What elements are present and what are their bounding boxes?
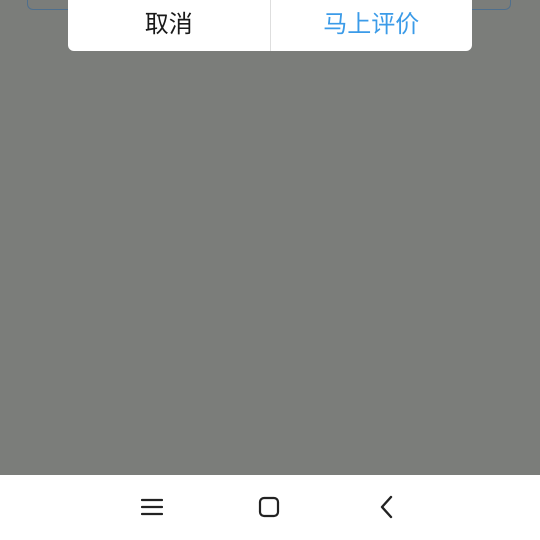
rating-dialog: 取消 马上评价: [68, 0, 472, 51]
recent-apps-button[interactable]: [132, 489, 172, 525]
rate-now-button[interactable]: 马上评价: [271, 0, 473, 51]
cancel-button[interactable]: 取消: [68, 0, 271, 51]
screen: 取消 马上评价: [0, 0, 540, 540]
menu-icon: [141, 498, 163, 516]
home-icon: [258, 496, 280, 518]
home-button[interactable]: [249, 489, 289, 525]
back-icon: [380, 495, 393, 519]
system-navigation-bar: [0, 475, 540, 540]
dim-overlay[interactable]: 取消 马上评价: [0, 0, 540, 475]
back-button[interactable]: [367, 489, 407, 525]
